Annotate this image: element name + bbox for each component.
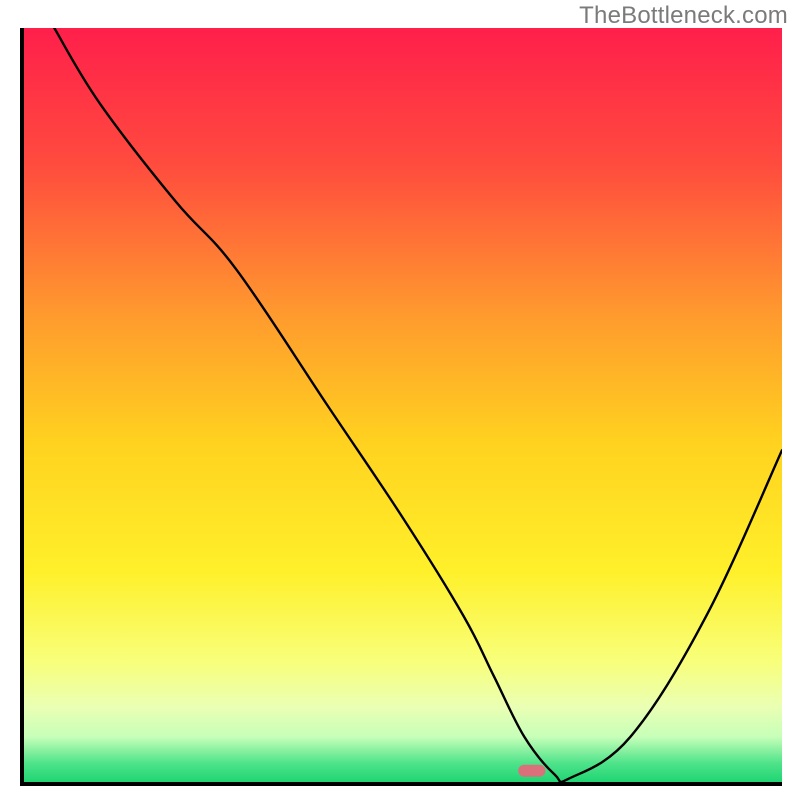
- watermark-text: TheBottleneck.com: [579, 2, 788, 30]
- chart-axes-frame: [20, 28, 782, 786]
